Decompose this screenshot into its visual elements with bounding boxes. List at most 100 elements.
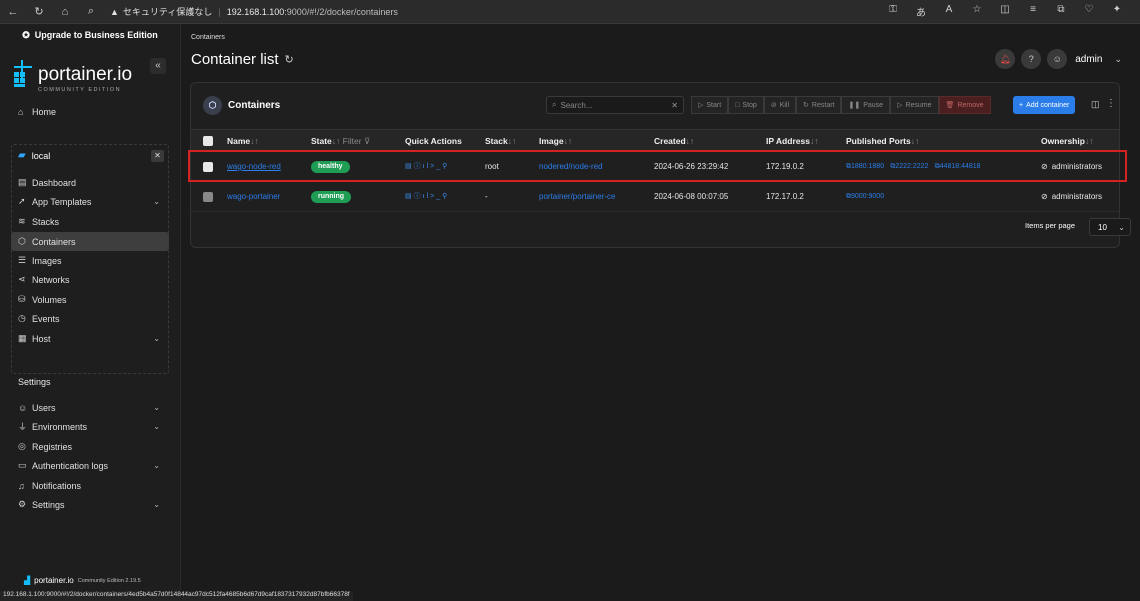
sidebar-item-users[interactable]: ☺ Users ⌄ — [11, 398, 169, 417]
user-name[interactable]: admin — [1075, 54, 1102, 65]
upgrade-button[interactable]: ✪ Upgrade to Business Edition — [0, 24, 180, 46]
column-created[interactable]: Created↓↑ — [654, 136, 694, 146]
sidebar-item-notifications[interactable]: ♫ Notifications — [11, 476, 169, 495]
sidebar-item-volumes[interactable]: ⛁ Volumes — [11, 290, 169, 309]
trash-icon: 🗑︎ — [945, 102, 955, 109]
favorites-icon[interactable]: ≡ — [1020, 4, 1046, 19]
health-icon[interactable]: ♡ — [1076, 4, 1102, 19]
favorite-star-icon[interactable]: ☆ — [964, 4, 990, 19]
upgrade-icon: ✪ — [22, 29, 30, 40]
translate-icon[interactable]: あ — [908, 4, 934, 19]
stop-button[interactable]: □ Stop — [728, 96, 764, 114]
column-image[interactable]: Image↓↑ — [539, 136, 572, 146]
sidebar-item-stacks[interactable]: ≋ Stacks — [11, 212, 169, 231]
more-options-icon[interactable]: ⋮ — [1106, 98, 1116, 109]
resume-button[interactable]: ▷ Resume — [890, 96, 939, 114]
address-bar[interactable]: 192.168.1.100:9000/#!/2/docker/container… — [227, 7, 398, 17]
remove-button[interactable]: 🗑︎ Remove — [938, 96, 991, 114]
notifications-bell-icon[interactable]: 🔔︎ — [995, 49, 1016, 69]
kill-button[interactable]: ⊘ Kill — [763, 96, 797, 114]
clear-search-icon[interactable]: ✕ — [671, 101, 678, 110]
sort-icon: ↓↑ — [507, 136, 517, 146]
sidebar-item-dashboard[interactable]: ▤ Dashboard — [11, 173, 169, 192]
sort-icon: ↓↑ — [809, 136, 819, 146]
state-filter[interactable]: Filter — [343, 136, 362, 146]
row-checkbox[interactable] — [203, 192, 213, 202]
chevron-down-icon[interactable]: ⌄ — [153, 500, 160, 509]
logo[interactable]: portainer.io COMMUNITY EDITION « — [0, 56, 180, 94]
published-ports: ⧉9000:9000 — [846, 191, 888, 201]
pause-icon: ❚❚ — [848, 102, 861, 109]
users-icon: ☺ — [18, 402, 28, 413]
sidebar-item-app-templates[interactable]: ➚ App Templates ⌄ — [11, 192, 169, 211]
start-button[interactable]: ▷ Start — [691, 96, 729, 114]
port-link[interactable]: ⧉9000:9000 — [846, 193, 884, 200]
restart-button[interactable]: ↻ Restart — [796, 96, 842, 114]
refresh-icon[interactable]: ↻ — [285, 53, 294, 66]
column-stack[interactable]: Stack↓↑ — [485, 136, 516, 146]
help-icon[interactable]: ? — [1021, 49, 1042, 69]
chevron-down-icon[interactable]: ⌄ — [1114, 54, 1122, 65]
table-header: Name↓↑ State↓↑ Filter ⊽ Quick Actions St… — [191, 129, 1119, 151]
console-icon[interactable]: >_ — [430, 193, 442, 200]
split-screen-icon[interactable]: ◫ — [992, 4, 1018, 19]
sidebar-item-home[interactable]: ⌂ Home — [11, 102, 169, 121]
sidebar-item-authentication-logs[interactable]: ▭ Authentication logs ⌄ — [11, 456, 169, 475]
sidebar: ✪ Upgrade to Business Edition portainer.i… — [0, 24, 181, 601]
docker-icon: ▰ — [18, 150, 26, 161]
sidebar-item-events[interactable]: ◷ Events — [11, 309, 169, 328]
clear-environment-button[interactable]: ✕ — [151, 150, 164, 162]
columns-icon[interactable]: ◫ — [1091, 99, 1100, 110]
chevron-down-icon[interactable]: ⌄ — [153, 334, 160, 343]
stop-icon: □ — [735, 101, 740, 109]
sort-icon: ↓↑ — [563, 136, 573, 146]
add-container-button[interactable]: + Add container — [1013, 96, 1076, 114]
sidebar-item-networks[interactable]: ⋖ Networks — [11, 270, 169, 289]
table-row[interactable]: wago-portainer running ▤ⓘıl>_⚲ - portain… — [191, 182, 1119, 212]
container-name-link[interactable]: wago-portainer — [227, 192, 280, 201]
attach-icon[interactable]: ⚲ — [442, 193, 449, 200]
inspect-icon[interactable]: ⓘ — [414, 193, 423, 200]
key-icon[interactable]: ⚿ — [880, 4, 906, 19]
status-badge: running — [311, 191, 352, 203]
chevron-down-icon[interactable]: ⌄ — [153, 422, 160, 431]
sidebar-item-environments[interactable]: ⏚ Environments ⌄ — [11, 417, 169, 436]
column-published-ports[interactable]: Published Ports↓↑ — [846, 136, 919, 146]
collections-icon[interactable]: ⧉ — [1048, 4, 1074, 19]
chevron-down-icon[interactable]: ⌄ — [153, 197, 160, 206]
extensions-icon[interactable]: ✦ — [1104, 4, 1130, 19]
image-link[interactable]: portainer/portainer-ce — [539, 192, 615, 201]
sidebar-item-registries[interactable]: ◎ Registries — [11, 437, 169, 456]
refresh-icon[interactable]: ↻ — [26, 5, 52, 18]
search-icon[interactable]: ⌕ — [78, 5, 104, 18]
search-input[interactable]: ⌕ Search... ✕ — [546, 96, 684, 114]
logs-icon[interactable]: ▤ — [405, 193, 414, 200]
back-icon[interactable]: ← — [0, 6, 26, 18]
select-all-checkbox[interactable] — [203, 136, 213, 146]
pause-button[interactable]: ❚❚ Pause — [841, 96, 891, 114]
sidebar-item-containers[interactable]: ⬡ Containers — [11, 232, 169, 251]
radio-icon: ◎ — [18, 441, 26, 451]
chevron-down-icon[interactable]: ⌄ — [153, 403, 160, 412]
column-ownership[interactable]: Ownership↓↑ — [1041, 136, 1093, 146]
home-icon[interactable]: ⌂ — [52, 6, 78, 18]
chevron-down-icon[interactable]: ⌄ — [153, 461, 160, 470]
items-per-page-select[interactable]: 10 ⌄ — [1089, 218, 1131, 236]
play-icon: ▷ — [897, 102, 903, 109]
sidebar-item-images[interactable]: ☰ Images — [11, 251, 169, 270]
file-text-icon: ▭ — [18, 460, 27, 470]
filter-icon[interactable]: ⊽ — [364, 136, 370, 146]
sidebar-item-settings[interactable]: ⚙ Settings ⌄ — [11, 495, 169, 514]
column-state[interactable]: State↓↑ Filter ⊽ — [311, 136, 370, 147]
column-name[interactable]: Name↓↑ — [227, 136, 259, 146]
collapse-sidebar-button[interactable]: « — [150, 58, 166, 74]
stats-icon[interactable]: ıl — [423, 193, 431, 200]
column-ip-address[interactable]: IP Address↓↑ — [766, 136, 818, 146]
avatar[interactable]: ☺ — [1047, 49, 1068, 69]
read-aloud-icon[interactable]: A — [936, 4, 962, 19]
security-warning[interactable]: ▲ セキュリティ保護なし — [110, 5, 212, 18]
browser-toolbar: ← ↻ ⌂ ⌕ ▲ セキュリティ保護なし | 192.168.1.100:9000… — [0, 0, 1140, 24]
ownership-value: ⊘ administrators — [1041, 192, 1102, 201]
plug-icon: ⏚ — [18, 422, 28, 432]
sidebar-item-host[interactable]: ▦ Host ⌄ — [11, 329, 169, 348]
